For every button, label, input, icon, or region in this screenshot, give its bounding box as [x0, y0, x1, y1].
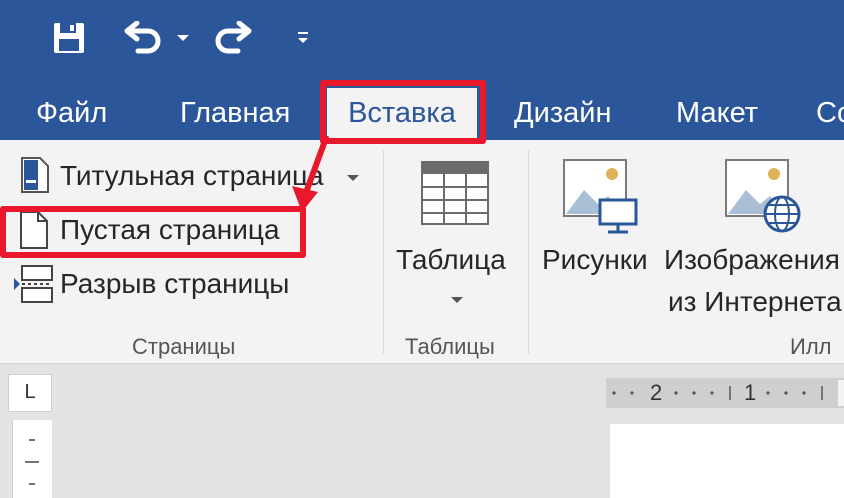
page-break-icon	[12, 264, 56, 304]
tab-references[interactable]: Со	[816, 92, 844, 134]
table-button[interactable]: Таблица	[396, 244, 506, 276]
insert-tab-highlight	[320, 80, 486, 144]
online-pictures-label-line1[interactable]: Изображения	[664, 244, 840, 276]
group-separator	[528, 150, 529, 354]
horizontal-ruler[interactable]	[606, 378, 844, 408]
undo-icon[interactable]	[122, 18, 166, 58]
table-icon	[420, 160, 490, 226]
group-separator	[383, 150, 384, 354]
redo-icon[interactable]	[208, 18, 256, 58]
online-pictures-icon	[724, 158, 804, 234]
ruler-mark-1: 1	[744, 380, 757, 405]
ruler-mark-2: 2	[650, 380, 663, 405]
table-dropdown-icon[interactable]	[450, 292, 464, 310]
save-icon[interactable]	[48, 18, 90, 58]
group-label-tables: Таблицы	[405, 334, 495, 359]
tab-design[interactable]: Дизайн	[514, 92, 611, 134]
document-page[interactable]	[610, 424, 844, 498]
customize-qat-icon[interactable]	[292, 18, 314, 58]
online-pictures-label-line2[interactable]: из Интернета	[668, 286, 842, 318]
undo-dropdown-icon[interactable]	[172, 18, 194, 58]
tab-file[interactable]: Файл	[36, 92, 107, 134]
tab-layout[interactable]: Макет	[676, 92, 758, 134]
blank-page-highlight	[0, 206, 306, 258]
annotation-arrow	[292, 136, 329, 212]
cover-page-dropdown-icon[interactable]	[346, 170, 360, 188]
pictures-button[interactable]: Рисунки	[542, 244, 648, 276]
cover-page-icon	[18, 156, 52, 194]
tab-selector[interactable]: L	[8, 374, 52, 412]
group-label-pages: Страницы	[132, 334, 236, 359]
group-label-illustrations: Илл	[790, 334, 832, 359]
page-break-button[interactable]: Разрыв страницы	[60, 268, 289, 300]
pictures-icon	[562, 158, 638, 234]
vertical-ruler[interactable]	[12, 420, 52, 498]
cover-page-button[interactable]: Титульная страница	[60, 160, 324, 192]
tab-home[interactable]: Главная	[180, 92, 290, 134]
